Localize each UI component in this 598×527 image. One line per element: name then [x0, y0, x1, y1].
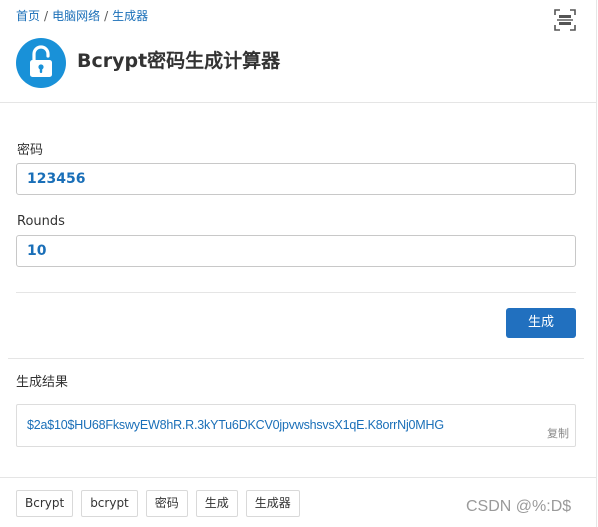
generate-button[interactable]: 生成	[506, 308, 576, 338]
page-border	[596, 0, 597, 527]
tag-item[interactable]: 密码	[145, 490, 188, 517]
rounds-input[interactable]	[16, 235, 576, 267]
tag-item[interactable]: 生成	[195, 490, 238, 517]
watermark: CSDN @%:D$	[466, 498, 572, 515]
password-input[interactable]	[16, 163, 576, 195]
section-divider	[8, 358, 584, 359]
tag-item[interactable]: 生成器	[245, 490, 300, 517]
result-hash-text[interactable]: $2a$10$HU68FkswyEW8hR.R.3kYTu6DKCV0jpvws…	[27, 417, 444, 433]
tag-list: Bcrypt bcrypt 密码 生成 生成器	[16, 490, 300, 517]
breadcrumb-home-link[interactable]: 首页	[16, 9, 40, 23]
breadcrumb-separator: /	[104, 9, 109, 23]
tag-item[interactable]: bcrypt	[81, 490, 138, 517]
breadcrumb-current-link[interactable]: 生成器	[112, 9, 148, 23]
copy-button[interactable]: 复制	[547, 427, 569, 441]
lock-icon	[16, 38, 66, 88]
password-label: 密码	[17, 143, 44, 158]
result-box: $2a$10$HU68FkswyEW8hR.R.3kYTu6DKCV0jpvws…	[16, 404, 576, 447]
scan-icon[interactable]	[554, 9, 576, 31]
page-title: Bcrypt密码生成计算器	[77, 50, 281, 72]
result-label: 生成结果	[16, 375, 69, 390]
breadcrumb-category-link[interactable]: 电脑网络	[52, 9, 100, 23]
footer-divider	[0, 477, 596, 478]
breadcrumb-separator: /	[44, 9, 49, 23]
form-divider	[16, 292, 576, 293]
breadcrumb: 首页 / 电脑网络 / 生成器	[16, 8, 148, 24]
tag-item[interactable]: Bcrypt	[16, 490, 74, 517]
page: 首页/电脑网络/生成器 Bcrypt密码生成计算器 密码 Rounds 生成	[0, 0, 598, 527]
rounds-label: Rounds	[17, 214, 65, 229]
header-divider	[0, 102, 596, 103]
